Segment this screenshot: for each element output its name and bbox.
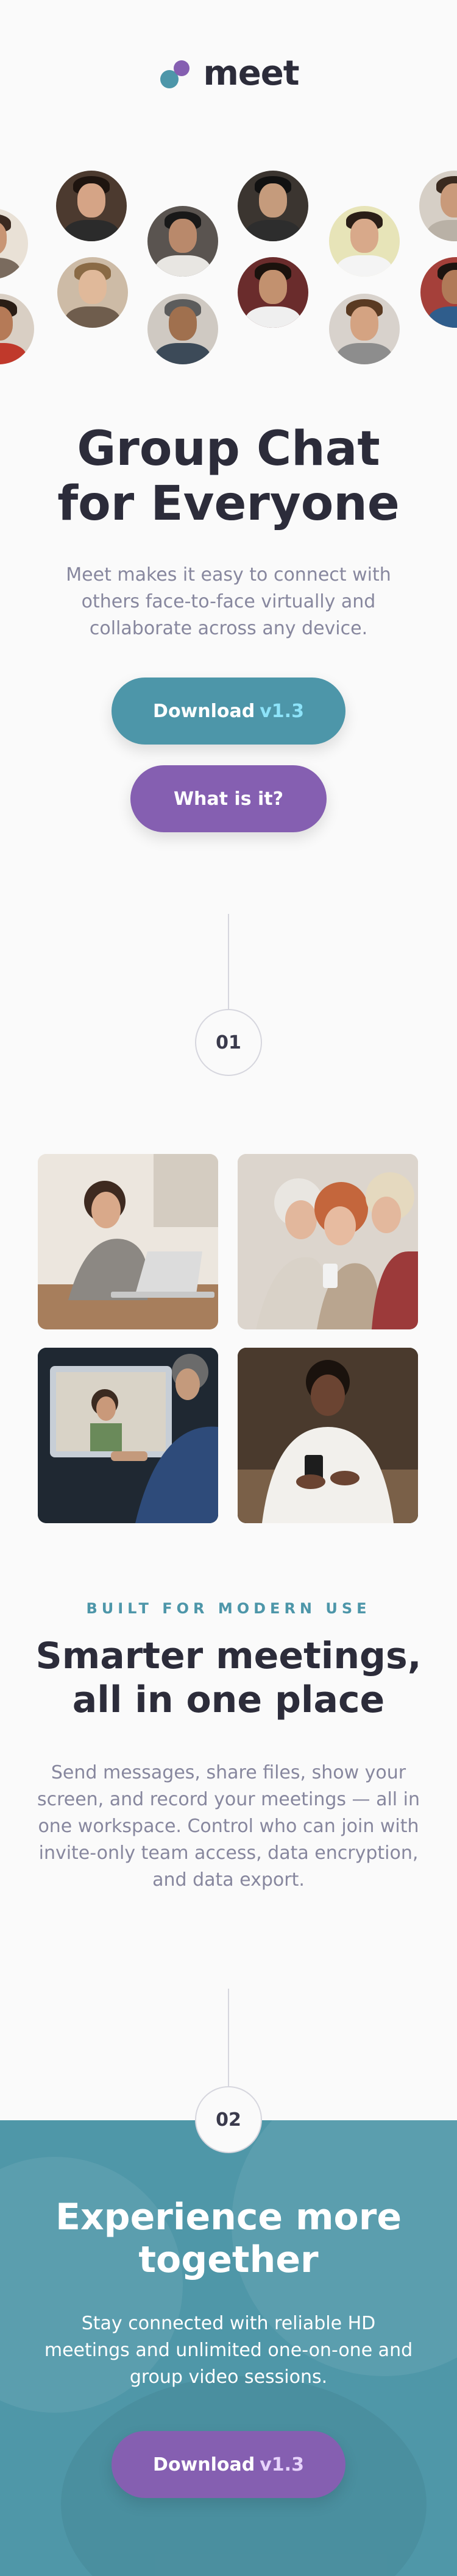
logo-text: meet	[203, 54, 299, 93]
step-badge-01: 01	[195, 1009, 262, 1076]
version-label: v1.3	[260, 2454, 304, 2475]
avatar	[238, 257, 308, 328]
what-is-it-button[interactable]: What is it?	[130, 765, 327, 832]
avatar	[329, 206, 400, 277]
cta-description: Stay connected with reliable HD meetings…	[44, 2313, 413, 2388]
download-label: Download	[153, 700, 255, 722]
download-button-bottom[interactable]: Download v1.3	[112, 2431, 345, 2498]
avatar	[329, 294, 400, 364]
section-eyebrow: BUILT FOR MODERN USE	[86, 1600, 371, 1617]
section-description: Send messages, share files, show your sc…	[37, 1762, 420, 1891]
divider-line	[228, 914, 229, 1009]
photo-man-phone	[238, 1348, 418, 1523]
hero-description: Meet makes it easy to connect with other…	[66, 564, 391, 639]
avatar	[57, 257, 128, 328]
avatar	[0, 208, 28, 279]
avatar	[56, 171, 127, 241]
avatar	[420, 257, 457, 328]
photo-video-call	[38, 1348, 218, 1523]
section-title: Smarter meetings, all in one place	[35, 1635, 422, 1721]
logo[interactable]: meet	[0, 54, 457, 93]
photo-woman-laptop	[38, 1154, 218, 1329]
avatar	[147, 294, 218, 364]
step-badge-02: 02	[195, 2086, 262, 2153]
avatar-cluster	[0, 165, 457, 372]
divider-line	[228, 1989, 229, 2090]
photo-women-phone	[238, 1154, 418, 1329]
version-label: v1.3	[260, 700, 304, 722]
avatar	[147, 206, 218, 277]
logo-mark-icon	[158, 55, 194, 92]
download-label: Download	[153, 2454, 255, 2475]
what-is-it-label: What is it?	[173, 788, 284, 810]
hero-title: Group Chat for Everyone	[57, 422, 400, 531]
avatar	[238, 171, 308, 241]
avatar	[419, 171, 457, 241]
cta-title: Experience more together	[55, 2196, 402, 2281]
download-button[interactable]: Download v1.3	[112, 678, 345, 745]
avatar	[0, 294, 34, 364]
